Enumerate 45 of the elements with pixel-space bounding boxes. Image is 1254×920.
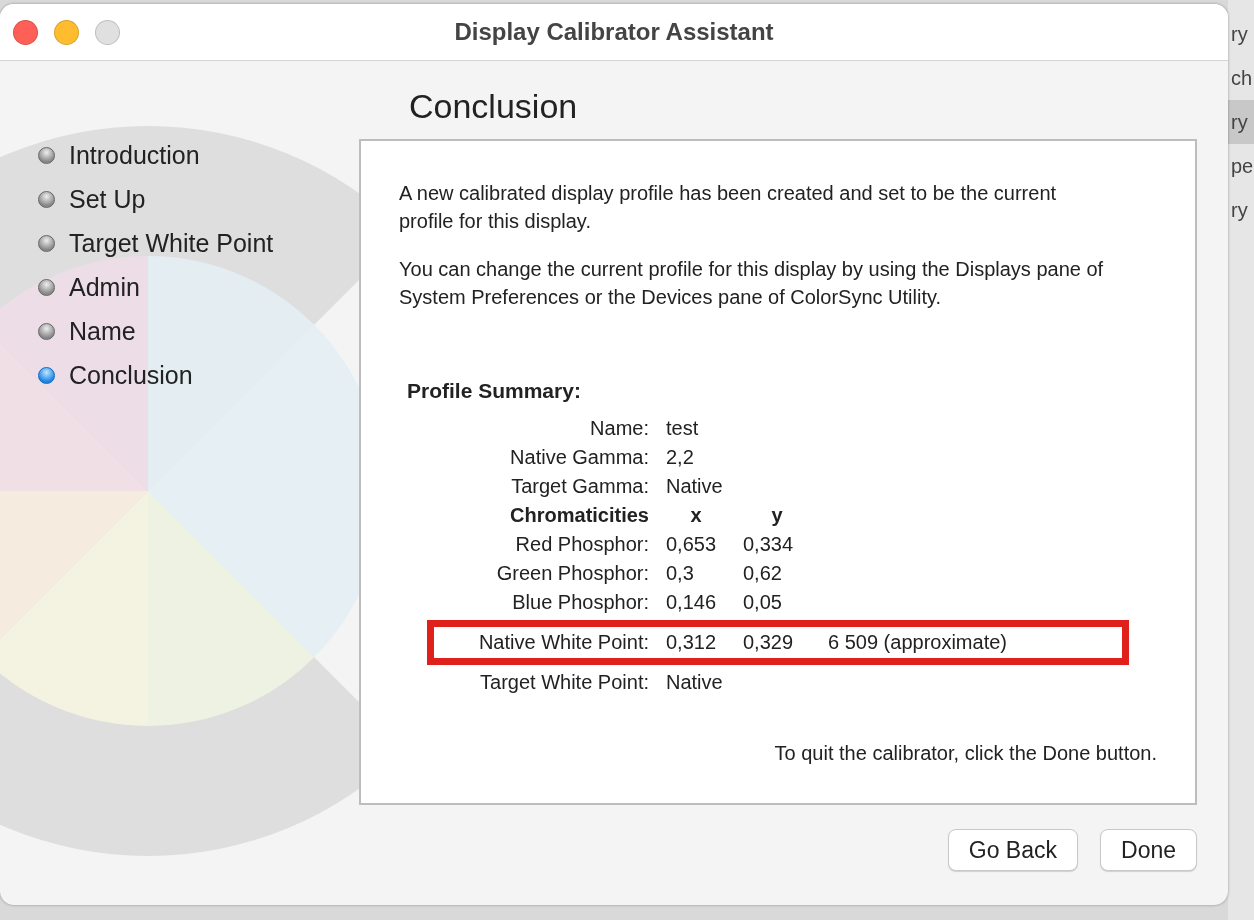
field-value: 0,3 [666,562,695,585]
list-item: ry [1230,22,1249,47]
field-value: Native [666,671,724,694]
field-label: Red Phosphor: [514,533,649,556]
list-item: ry [1230,198,1249,223]
field-value: 2,2 [666,446,695,469]
field-value: 0,334 [743,533,795,556]
step-label: Conclusion [69,360,193,390]
step-label: Set Up [69,184,146,214]
field-label: Target White Point: [479,671,649,694]
field-label: Target Gamma: [510,475,649,498]
field-label: Name: [589,417,649,440]
window-title: Display Calibrator Assistant [454,18,774,45]
column-header: Chromaticities [509,504,649,527]
field-label: Green Phosphor: [495,562,649,585]
list-item: ch [1230,66,1254,91]
instruction-text: To quit the calibrator, click the Done button. [774,742,1157,765]
field-value: 0,329 [743,631,795,654]
dialog-button[interactable]: Done [1100,829,1197,871]
field-label: Native White Point: [477,631,649,654]
field-value: 0,05 [743,591,783,614]
column-header: y [770,504,784,527]
close-button[interactable] [13,19,38,45]
page-heading: Conclusion [409,86,579,127]
field-label: Blue Phosphor: [511,591,649,614]
paragraph: You can change the current profile for this display by using the Displays pane of System Preferences or the Devices pane of ColorSync Utility. [399,257,1105,310]
step-label: Admin [69,272,140,302]
minimize-button[interactable] [54,19,79,45]
field-label: Native Gamma: [509,446,649,469]
field-value: 0,312 [666,631,718,654]
field-value: Native [666,475,724,498]
column-header: x [689,504,703,527]
step-label: Introduction [69,140,200,170]
paragraph: A new calibrated display profile has been created and set to be the current profile for this display. [399,181,1058,234]
field-value: 0,62 [743,562,783,585]
summary-title: Profile Summary: [407,379,582,403]
field-value: 0,146 [666,591,718,614]
step-label: Name [69,316,136,346]
list-item: ry [1228,100,1254,144]
field-value: 6 509 (approximate) [828,631,1008,654]
step-label: Target White Point [69,228,274,258]
dialog-button[interactable]: Go Back [947,829,1078,871]
field-value: 0,653 [666,533,718,556]
field-value: test [666,417,700,440]
list-item: pe [1230,154,1254,179]
